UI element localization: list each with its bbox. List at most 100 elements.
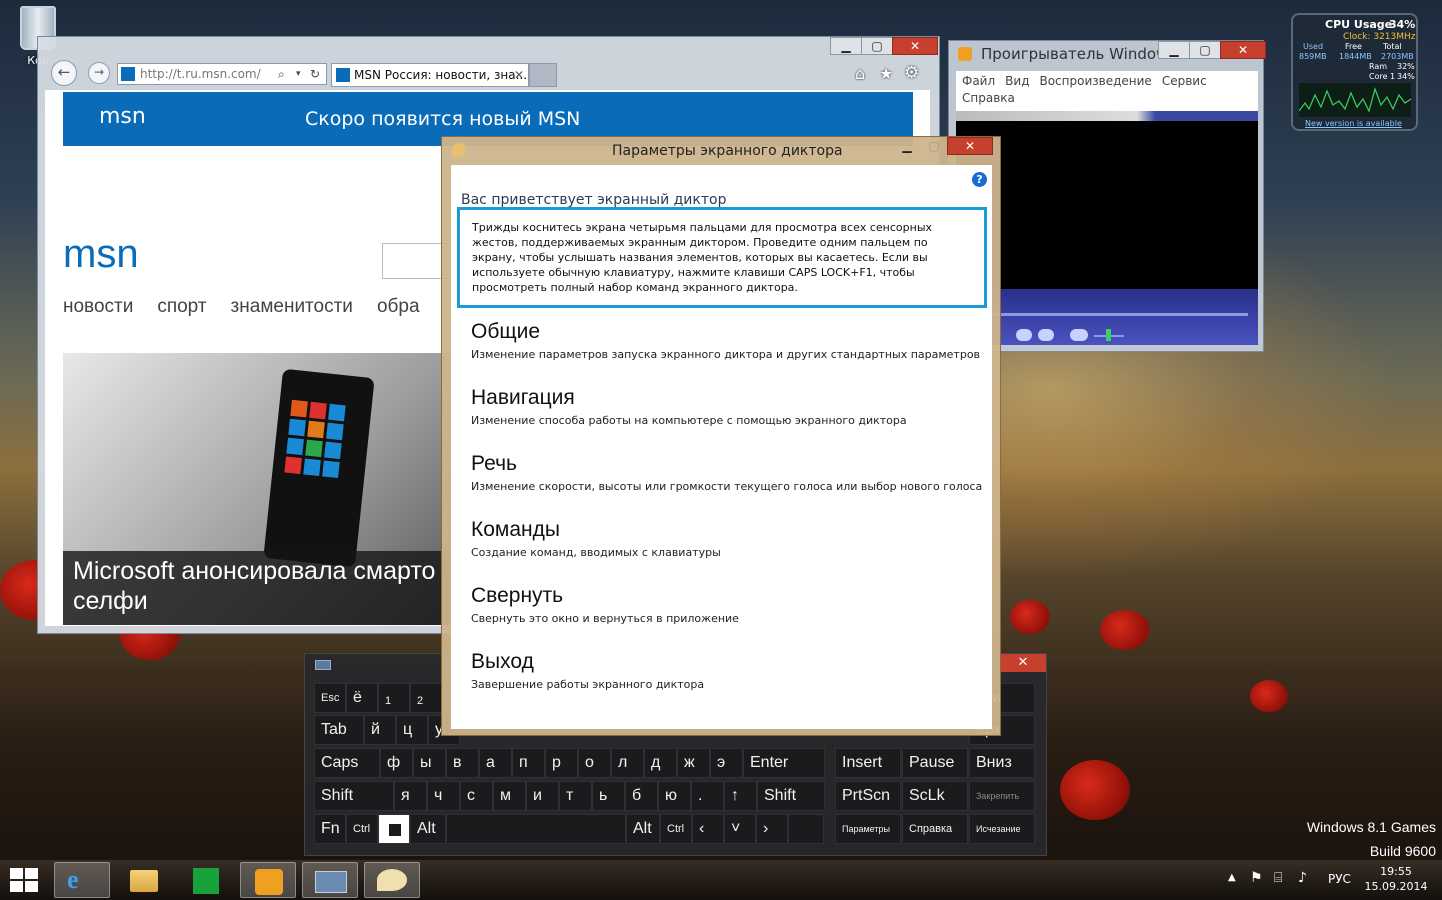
section-minimize[interactable]: Свернуть Свернуть это окно и вернуться в…: [471, 584, 739, 625]
section-speech[interactable]: Речь Изменение скорости, высоты или гром…: [471, 452, 982, 493]
nav-sport[interactable]: спорт: [157, 296, 206, 318]
section-exit[interactable]: Выход Завершение работы экранного диктор…: [471, 650, 704, 691]
key-ctrl-right[interactable]: Ctrl: [660, 814, 692, 844]
search-icon[interactable]: ⌕: [278, 64, 285, 84]
minimize-button[interactable]: ▁: [893, 137, 921, 155]
key-yo[interactable]: ё: [346, 683, 378, 713]
clock[interactable]: 19:55 15.09.2014: [1364, 864, 1428, 894]
osk-key[interactable]: ь: [592, 781, 625, 811]
key-dock[interactable]: Закрепить: [969, 781, 1035, 811]
osk-key[interactable]: р: [545, 748, 578, 778]
key-esc[interactable]: Esc: [314, 683, 346, 713]
osk-key[interactable]: и: [526, 781, 559, 811]
osk-key[interactable]: м: [493, 781, 526, 811]
osk-key[interactable]: ж: [677, 748, 710, 778]
osk-key[interactable]: й: [364, 715, 396, 745]
osk-key[interactable]: ы: [413, 748, 446, 778]
osk-key[interactable]: т: [559, 781, 592, 811]
maximize-button[interactable]: ▢: [861, 37, 893, 55]
menu-playback[interactable]: Воспроизведение: [1039, 74, 1151, 88]
key-shift-right[interactable]: Shift: [757, 781, 825, 811]
osk-key[interactable]: а: [479, 748, 512, 778]
taskbar-ie[interactable]: e: [54, 862, 110, 898]
cpu-gadget[interactable]: CPU Usage 34% Clock: 3213MHz Used Free T…: [1291, 13, 1418, 131]
taskbar-explorer[interactable]: [116, 862, 172, 898]
key-prtscn[interactable]: PrtScn: [835, 781, 901, 811]
key-1[interactable]: 1: [378, 683, 410, 713]
minimize-button[interactable]: ▁: [830, 37, 862, 55]
nav-education[interactable]: обра: [377, 296, 420, 318]
key-pause[interactable]: Pause: [902, 748, 968, 778]
key-down[interactable]: ˅: [724, 814, 756, 844]
headline-line2[interactable]: селфи: [73, 587, 148, 616]
dropdown-icon[interactable]: ▾: [296, 64, 301, 84]
key-insert[interactable]: Insert: [835, 748, 901, 778]
key-enter[interactable]: Enter: [743, 748, 825, 778]
close-button[interactable]: ✕: [1220, 41, 1266, 59]
settings-gear-icon[interactable]: ⚙: [904, 63, 919, 83]
home-icon[interactable]: ⌂: [855, 64, 865, 83]
seek-bar[interactable]: [966, 313, 1248, 316]
osk-key[interactable]: в: [446, 748, 479, 778]
close-tab-icon[interactable]: ✕: [514, 64, 524, 86]
section-navigation[interactable]: Навигация Изменение способа работы на ко…: [471, 386, 907, 427]
key-down-page[interactable]: Вниз: [969, 748, 1035, 778]
taskbar-media-player[interactable]: [240, 862, 296, 898]
osk-key[interactable]: ↑: [724, 781, 757, 811]
taskbar-narrator[interactable]: [364, 862, 420, 898]
osk-key[interactable]: э: [710, 748, 743, 778]
close-button[interactable]: ✕: [947, 137, 993, 155]
volume-icon[interactable]: ♪: [1298, 870, 1307, 886]
key-options[interactable]: Параметры: [835, 814, 901, 844]
help-icon[interactable]: ?: [972, 172, 987, 187]
nav-news[interactable]: новости: [63, 296, 133, 318]
menu-help[interactable]: Справка: [962, 91, 1015, 105]
osk-key[interactable]: ю: [658, 781, 691, 811]
headline-line1[interactable]: Microsoft анонсировала смарто: [73, 557, 435, 586]
previous-button[interactable]: [1016, 329, 1032, 341]
menu-tools[interactable]: Сервис: [1162, 74, 1207, 88]
osk-key[interactable]: б: [625, 781, 658, 811]
osk-key[interactable]: л: [611, 748, 644, 778]
key-windows[interactable]: [378, 814, 410, 844]
nav-celebrities[interactable]: знаменитости: [231, 296, 353, 318]
back-button[interactable]: ←: [51, 60, 77, 86]
key-fn[interactable]: Fn: [314, 814, 346, 844]
key-shift-left[interactable]: Shift: [314, 781, 394, 811]
network-icon[interactable]: ⌸: [1274, 870, 1282, 886]
close-button[interactable]: ✕: [892, 37, 938, 55]
osk-key[interactable]: ч: [427, 781, 460, 811]
key-tab[interactable]: Tab: [314, 715, 364, 745]
forward-button[interactable]: →: [88, 62, 110, 84]
video-area[interactable]: [956, 121, 1258, 289]
key-alt-right[interactable]: Alt: [626, 814, 660, 844]
minimize-button[interactable]: ▁: [1158, 41, 1190, 59]
menu-view[interactable]: Вид: [1005, 74, 1029, 88]
next-button[interactable]: [1038, 329, 1054, 341]
gadget-update-link[interactable]: New version is available: [1305, 119, 1402, 128]
key-menu[interactable]: [788, 814, 824, 844]
key-space[interactable]: [446, 814, 626, 844]
key-caps[interactable]: Caps: [314, 748, 380, 778]
osk-close-button[interactable]: ✕: [1000, 654, 1046, 672]
key-fade[interactable]: Исчезание: [969, 814, 1035, 844]
osk-key[interactable]: с: [460, 781, 493, 811]
headline-image[interactable]: Microsoft анонсировала смарто селфи: [63, 353, 463, 625]
taskbar-osk[interactable]: [302, 862, 358, 898]
key-sclk[interactable]: ScLk: [902, 781, 968, 811]
osk-key[interactable]: ц: [396, 715, 428, 745]
osk-key[interactable]: я: [394, 781, 427, 811]
taskbar-store[interactable]: [178, 862, 234, 898]
osk-key[interactable]: .: [691, 781, 724, 811]
osk-key[interactable]: п: [512, 748, 545, 778]
key-ctrl-left[interactable]: Ctrl: [346, 814, 378, 844]
key-alt-left[interactable]: Alt: [410, 814, 446, 844]
osk-key[interactable]: д: [644, 748, 677, 778]
volume-thumb[interactable]: [1106, 329, 1111, 341]
section-general[interactable]: Общие Изменение параметров запуска экран…: [471, 320, 980, 361]
show-hidden-icons[interactable]: ▲: [1228, 872, 1236, 883]
mute-button[interactable]: [1070, 329, 1088, 341]
action-center-flag-icon[interactable]: ⚑: [1250, 870, 1263, 886]
key-2[interactable]: 2: [410, 683, 442, 713]
browser-tab[interactable]: MSN Россия: новости, зна... ✕: [331, 63, 529, 87]
